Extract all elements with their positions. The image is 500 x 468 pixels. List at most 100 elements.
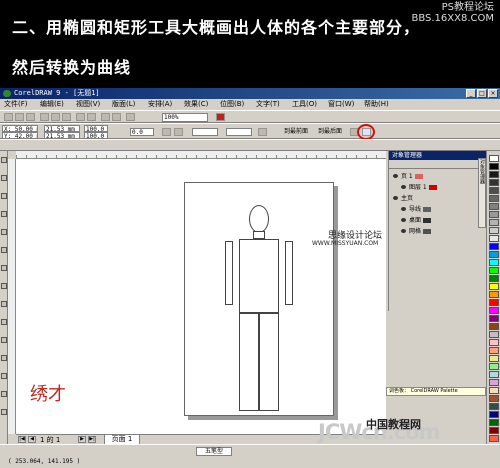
palette-swatch[interactable]: [489, 187, 499, 194]
zoom-tool-icon[interactable]: [1, 211, 7, 217]
visibility-eye-icon[interactable]: [393, 174, 398, 178]
right-leg-rect[interactable]: [259, 313, 279, 411]
corner-field[interactable]: [192, 128, 218, 136]
y-position-field[interactable]: Y: 42.00 mm: [2, 132, 38, 139]
mirror-h-icon[interactable]: [162, 128, 171, 136]
rectangle-tool-icon[interactable]: [1, 247, 7, 253]
visibility-eye-icon[interactable]: [401, 185, 406, 189]
right-arm-rect[interactable]: [285, 241, 293, 305]
x-position-field[interactable]: X: 50.00 mm: [2, 125, 38, 132]
palette-swatch[interactable]: [489, 371, 499, 378]
open-file-icon[interactable]: [15, 113, 24, 121]
palette-swatch[interactable]: [489, 307, 499, 314]
visibility-eye-icon[interactable]: [393, 196, 398, 200]
palette-swatch[interactable]: [489, 291, 499, 298]
mirror-v-icon[interactable]: [174, 128, 183, 136]
interactive-fill-icon[interactable]: [1, 337, 7, 343]
palette-swatch[interactable]: [489, 363, 499, 370]
corel-icon[interactable]: [216, 113, 225, 121]
menu-item[interactable]: 文件(F): [4, 99, 28, 110]
palette-swatch[interactable]: [489, 243, 499, 250]
visibility-eye-icon[interactable]: [401, 207, 406, 211]
polygon-tool-icon[interactable]: [1, 283, 7, 289]
palette-swatch[interactable]: [489, 339, 499, 346]
layer-row[interactable]: 网格: [391, 228, 483, 236]
docker-side-tab[interactable]: 对象管理器: [478, 158, 486, 228]
scale-y-field[interactable]: 100.0: [84, 132, 108, 139]
spiral-tool-icon[interactable]: [1, 301, 7, 307]
palette-swatch[interactable]: [489, 251, 499, 258]
freehand-tool-icon[interactable]: [1, 229, 7, 235]
palette-swatch[interactable]: [489, 331, 499, 338]
visibility-eye-icon[interactable]: [401, 229, 406, 233]
torso-rect[interactable]: [239, 239, 279, 313]
menu-item[interactable]: 位图(B): [220, 99, 244, 110]
undo-icon[interactable]: [76, 113, 85, 121]
layer-row[interactable]: 图层 1: [391, 184, 483, 192]
scale-x-field[interactable]: 100.0: [84, 125, 108, 132]
paste-icon[interactable]: [62, 113, 71, 121]
height-field[interactable]: 21.53 mm: [44, 132, 80, 139]
palette-swatch[interactable]: [489, 379, 499, 386]
palette-swatch[interactable]: [489, 155, 499, 162]
save-icon[interactable]: [26, 113, 35, 121]
copy-icon[interactable]: [51, 113, 60, 121]
palette-swatch[interactable]: [489, 195, 499, 202]
outline-tool-icon[interactable]: [1, 373, 7, 379]
menu-item[interactable]: 工具(O): [292, 99, 317, 110]
left-arm-rect[interactable]: [225, 241, 233, 305]
menu-item[interactable]: 窗口(W): [328, 99, 354, 110]
pick-tool-icon[interactable]: [1, 157, 7, 163]
palette-swatch[interactable]: [489, 323, 499, 330]
launch-icon[interactable]: [126, 113, 135, 121]
menu-item[interactable]: 文字(T): [256, 99, 280, 110]
palette-swatch[interactable]: [489, 355, 499, 362]
palette-swatch[interactable]: [489, 171, 499, 178]
eyedropper-tool-icon[interactable]: [1, 355, 7, 361]
fill-tool-icon[interactable]: [1, 391, 7, 397]
menu-item[interactable]: 帮助(H): [364, 99, 389, 110]
drawing-canvas[interactable]: 思缘设计论坛 WWW.MISSYUAN.COM: [16, 159, 386, 434]
export-icon[interactable]: [112, 113, 121, 121]
palette-swatch[interactable]: [489, 419, 499, 426]
next-page-button[interactable]: ▶: [78, 436, 86, 443]
cut-icon[interactable]: [40, 113, 49, 121]
to-front-button[interactable]: 到最前面: [284, 128, 308, 136]
palette-swatch[interactable]: [489, 259, 499, 266]
import-icon[interactable]: [101, 113, 110, 121]
corner-field-2[interactable]: [226, 128, 252, 136]
layer-row[interactable]: 桌面: [391, 217, 483, 225]
palette-swatch[interactable]: [489, 387, 499, 394]
palette-swatch[interactable]: [489, 299, 499, 306]
palette-swatch[interactable]: [489, 163, 499, 170]
menu-item[interactable]: 版面(L): [112, 99, 135, 110]
palette-swatch[interactable]: [489, 211, 499, 218]
menu-item[interactable]: 安排(A): [148, 99, 172, 110]
new-file-icon[interactable]: [4, 113, 13, 121]
ellipse-tool-icon[interactable]: [1, 265, 7, 271]
layer-row[interactable]: 导线: [391, 206, 483, 214]
text-tool-icon[interactable]: [1, 319, 7, 325]
palette-swatch[interactable]: [489, 227, 499, 234]
shape-tool-icon[interactable]: [1, 175, 7, 181]
knife-tool-icon[interactable]: [1, 193, 7, 199]
wrap-icon[interactable]: [258, 128, 267, 136]
palette-swatch[interactable]: [489, 275, 499, 282]
minimize-button[interactable]: _: [466, 89, 476, 98]
palette-swatch[interactable]: [489, 219, 499, 226]
visibility-eye-icon[interactable]: [401, 218, 406, 222]
redo-icon[interactable]: [87, 113, 96, 121]
palette-swatch[interactable]: [489, 403, 499, 410]
palette-swatch[interactable]: [489, 395, 499, 402]
head-ellipse[interactable]: [249, 205, 269, 233]
palette-swatch[interactable]: [489, 435, 499, 442]
palette-swatch[interactable]: [489, 411, 499, 418]
transparency-tool-icon[interactable]: [1, 409, 7, 415]
menu-item[interactable]: 效果(C): [184, 99, 208, 110]
last-page-button[interactable]: ▶|: [88, 436, 96, 443]
maximize-button[interactable]: □: [477, 89, 487, 98]
neck-rect[interactable]: [253, 231, 265, 239]
palette-swatch[interactable]: [489, 203, 499, 210]
prev-page-button[interactable]: ◀: [28, 436, 36, 443]
close-button[interactable]: ×: [488, 89, 498, 98]
